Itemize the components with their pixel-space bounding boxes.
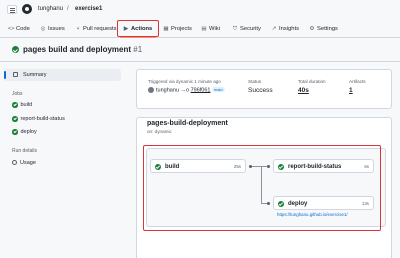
code-icon: <> bbox=[8, 26, 15, 32]
success-check-icon bbox=[12, 46, 19, 54]
page-title: pages build and deployment #1 bbox=[12, 45, 142, 54]
tab-settings[interactable]: ⚙ Settings bbox=[309, 24, 338, 34]
run-number: #1 bbox=[133, 45, 143, 54]
run-details-heading: Run details bbox=[12, 148, 38, 154]
tab-insights[interactable]: ↗ Insights bbox=[271, 24, 299, 34]
stopwatch-icon bbox=[12, 160, 17, 166]
top-header: tunghanu / exercise1 bbox=[0, 0, 400, 18]
issue-icon: ◎ bbox=[40, 26, 46, 32]
book-icon: ▤ bbox=[201, 26, 207, 32]
commit-arrow: →o bbox=[180, 87, 190, 94]
sidebar-item-deploy[interactable]: deploy bbox=[12, 129, 37, 135]
trigger-label: Triggered via dynamic 1 minute ago bbox=[148, 79, 221, 84]
duration-value[interactable]: 40s bbox=[298, 87, 309, 94]
tab-pull-requests[interactable]: ⑂ Pull requests bbox=[75, 24, 116, 34]
repo-name-link[interactable]: exercise1 bbox=[75, 6, 102, 12]
status-value: Success bbox=[248, 87, 273, 94]
workflow-title: pages-build-deployment bbox=[147, 120, 228, 127]
tab-wiki[interactable]: ▤ Wiki bbox=[201, 24, 220, 34]
menu-icon[interactable] bbox=[7, 5, 17, 14]
repo-nav-tabs: <> Code ◎ Issues ⑂ Pull requests ▶ Actions ▦… bbox=[0, 20, 400, 38]
sidebar-item-report-build-status[interactable]: report-build-status bbox=[12, 116, 65, 122]
tab-projects[interactable]: ▦ Projects bbox=[163, 24, 192, 34]
tab-issues[interactable]: ◎ Issues bbox=[40, 24, 65, 34]
path-separator: / bbox=[67, 6, 69, 12]
divider bbox=[0, 61, 400, 62]
sidebar-item-usage[interactable]: Usage bbox=[12, 160, 36, 166]
duration-label: Total duration bbox=[298, 79, 326, 84]
artifacts-label: Artifacts bbox=[349, 79, 366, 84]
actor-link[interactable]: tunghanu bbox=[156, 87, 179, 93]
actions-tab-highlight-box bbox=[117, 20, 159, 37]
avatar[interactable] bbox=[148, 87, 154, 93]
success-check-icon bbox=[12, 116, 18, 122]
sidebar-item-summary[interactable]: Summary bbox=[4, 69, 121, 81]
workflow-trigger: on: dynamic bbox=[147, 129, 172, 134]
branch-badge[interactable]: main bbox=[212, 87, 225, 93]
pull-request-icon: ⑂ bbox=[76, 26, 80, 32]
graph-icon: ↗ bbox=[271, 26, 277, 32]
home-icon bbox=[13, 72, 18, 77]
gear-icon: ⚙ bbox=[309, 26, 315, 32]
repo-owner-link[interactable]: tunghanu bbox=[38, 6, 63, 12]
success-check-icon bbox=[12, 102, 18, 108]
status-label: Status bbox=[248, 79, 262, 84]
sidebar-item-build[interactable]: build bbox=[12, 102, 32, 108]
jobs-heading: Jobs bbox=[12, 91, 23, 97]
artifacts-count[interactable]: 1 bbox=[349, 87, 353, 94]
trigger-info: tunghanu →o 796f061 main bbox=[148, 87, 225, 93]
success-check-icon bbox=[12, 129, 18, 135]
tab-security[interactable]: ⛉ Security bbox=[232, 24, 261, 34]
commit-sha-link[interactable]: 796f061 bbox=[191, 87, 211, 93]
github-logo-icon[interactable] bbox=[22, 4, 32, 14]
graph-highlight-box bbox=[143, 145, 381, 231]
shield-icon: ⛉ bbox=[232, 26, 238, 32]
table-icon: ▦ bbox=[163, 26, 169, 32]
tab-code[interactable]: <> Code bbox=[8, 24, 30, 34]
